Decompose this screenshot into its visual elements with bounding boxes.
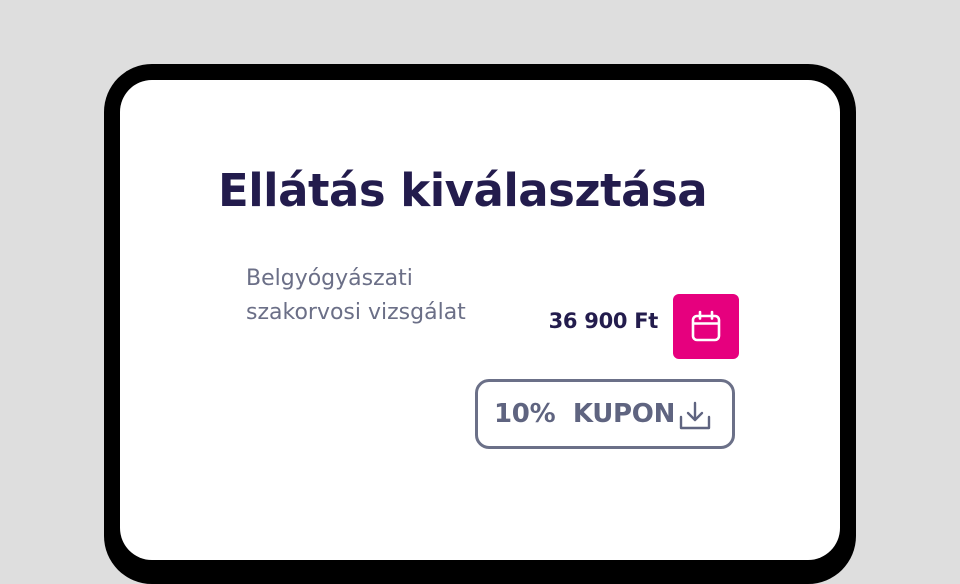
app-screen: Ellátás kiválasztása Belgyógyászati szak… xyxy=(120,80,840,560)
service-name-line-1: Belgyógyászati xyxy=(246,266,413,291)
calendar-button[interactable] xyxy=(673,294,739,359)
coupon-label: 10% KUPON xyxy=(494,399,676,429)
service-name-line-2: szakorvosi vizsgálat xyxy=(246,300,466,325)
page-title: Ellátás kiválasztása xyxy=(218,164,708,217)
download-icon xyxy=(679,401,711,430)
service-price: 36 900 Ft xyxy=(548,309,659,333)
calendar-icon xyxy=(691,310,721,341)
coupon-download-button[interactable]: 10% KUPON xyxy=(475,379,735,449)
service-name: Belgyógyászati szakorvosi vizsgálat xyxy=(246,262,506,330)
